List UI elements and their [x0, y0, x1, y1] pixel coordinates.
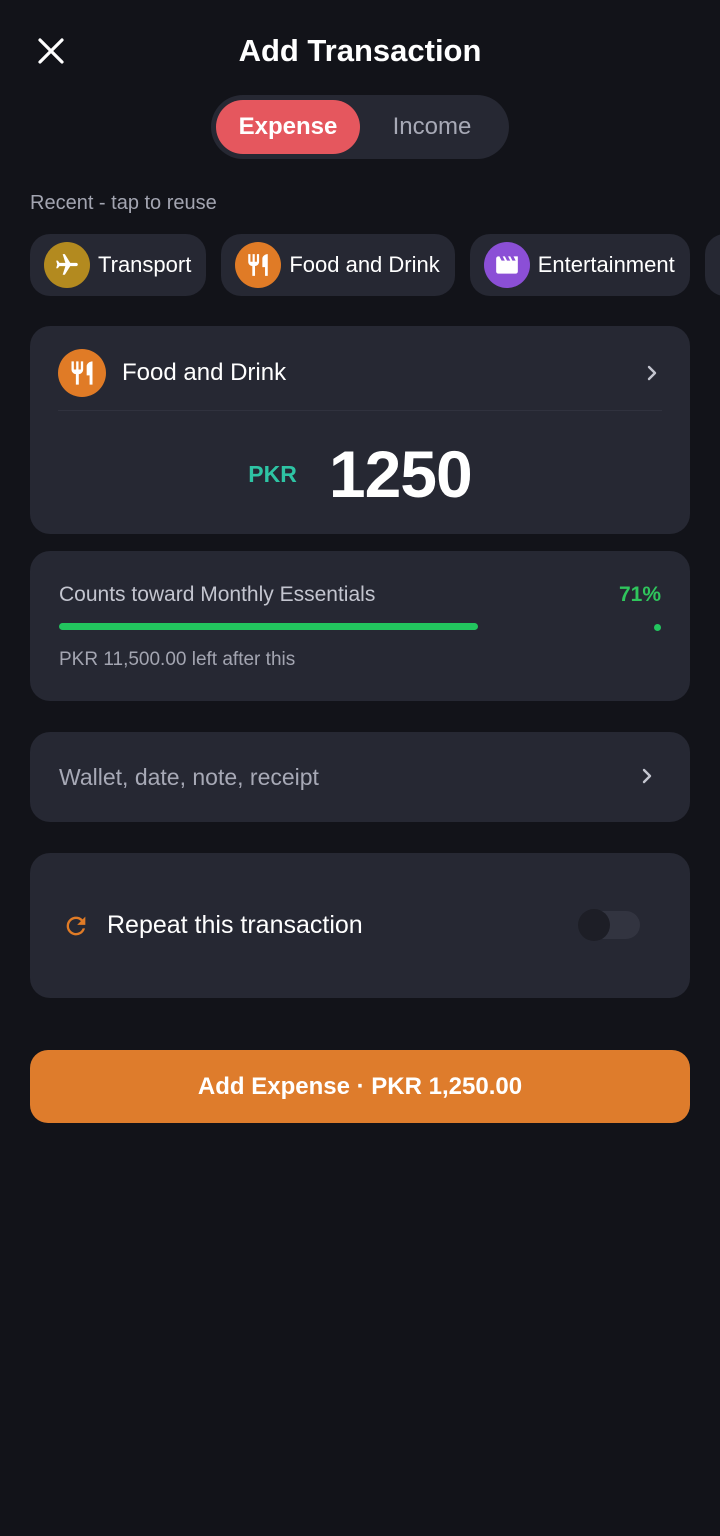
- recent-chip-row[interactable]: Transport Food and Drink Entertainment: [30, 234, 720, 296]
- category-selector[interactable]: Food and Drink: [58, 347, 662, 399]
- budget-progress-bar: [59, 623, 478, 630]
- recent-chip-transport[interactable]: Transport: [30, 234, 207, 296]
- recent-chip-food-and-drink[interactable]: Food and Drink: [221, 234, 455, 296]
- recent-label: Recent - tap to reuse: [30, 192, 217, 214]
- category-amount-card: Food and Drink PKR 1250: [30, 326, 690, 534]
- budget-progress-end-dot: [654, 624, 661, 631]
- page-title: Add Transaction: [238, 33, 482, 68]
- details-label: Wallet, date, note, receipt: [59, 764, 319, 790]
- airplane-icon: [44, 242, 90, 288]
- chip-label: Food and Drink: [289, 252, 440, 277]
- currency-label: PKR: [248, 460, 297, 487]
- clapperboard-icon: [483, 242, 530, 288]
- divider: [58, 410, 662, 411]
- transaction-type-segment: Expense Income: [211, 95, 509, 159]
- budget-percent: 71%: [618, 583, 661, 606]
- category-label: Food and Drink: [122, 359, 287, 386]
- chip-label: Entertainment: [537, 252, 675, 277]
- tab-income[interactable]: Income: [360, 100, 504, 154]
- add-transaction-screen: Add Transaction Expense Income Recent - …: [0, 0, 720, 1536]
- add-expense-button[interactable]: Add Expense · PKR 1,250.00: [30, 1050, 690, 1123]
- chip-label: Transport: [98, 252, 192, 277]
- budget-title: Counts toward Monthly Essentials: [59, 583, 376, 606]
- recent-chip-entertainment[interactable]: Entertainment: [469, 234, 690, 296]
- fork-knife-icon: [58, 349, 106, 397]
- recent-chip-more[interactable]: [704, 234, 720, 296]
- details-row[interactable]: Wallet, date, note, receipt: [30, 732, 690, 822]
- repeat-card: Repeat this transaction: [30, 853, 690, 998]
- repeat-icon: [66, 916, 86, 936]
- repeat-label: Repeat this transaction: [107, 911, 363, 939]
- tab-expense[interactable]: Expense: [216, 100, 360, 154]
- fork-knife-icon: [235, 242, 282, 288]
- amount-input[interactable]: PKR 1250: [30, 434, 690, 514]
- amount-value: 1250: [328, 437, 473, 511]
- chevron-right-icon: [642, 363, 662, 383]
- repeat-toggle[interactable]: [578, 909, 640, 941]
- budget-card: Counts toward Monthly Essentials 71% PKR…: [30, 551, 690, 701]
- toggle-knob: [578, 909, 610, 941]
- budget-remaining: PKR 11,500.00 left after this: [59, 649, 296, 670]
- chevron-right-icon: [640, 767, 654, 790]
